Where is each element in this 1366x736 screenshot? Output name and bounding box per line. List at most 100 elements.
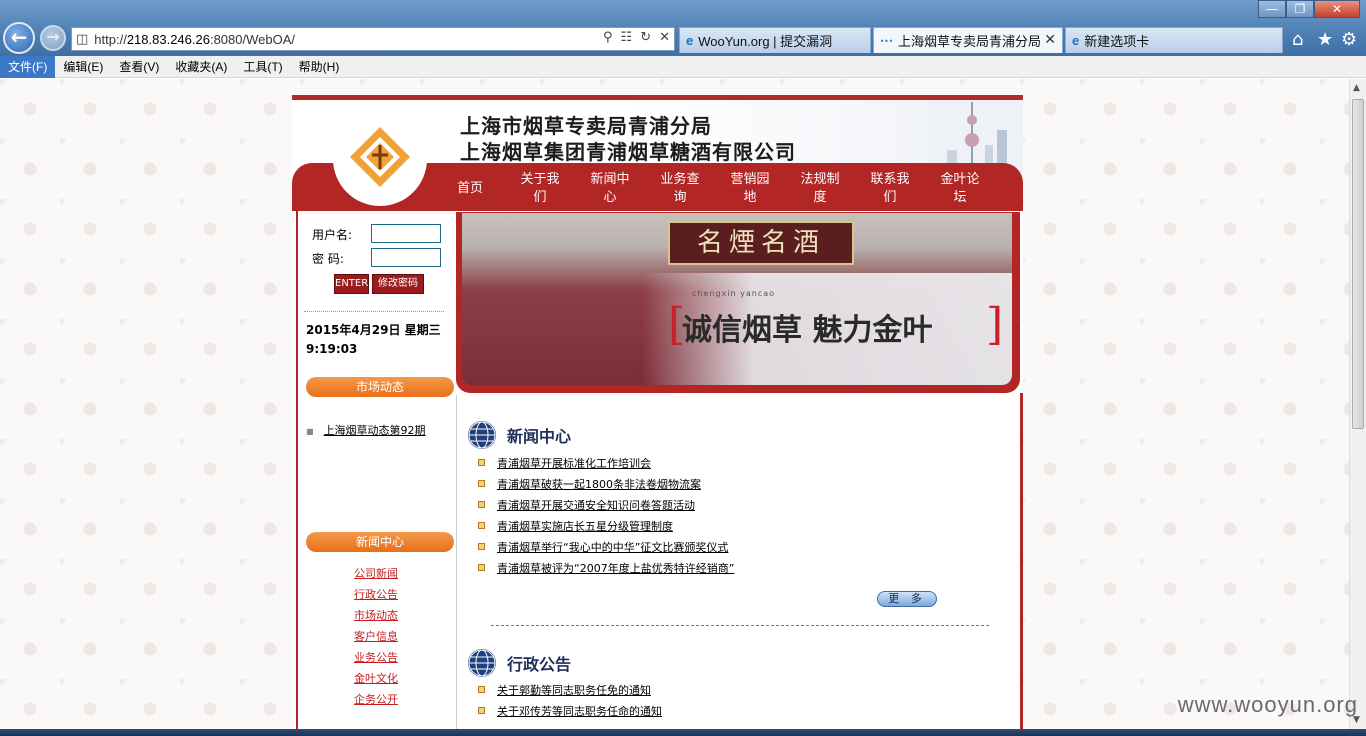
bullet-icon xyxy=(478,459,485,466)
nav-regulations[interactable]: 法规制 度 xyxy=(795,169,845,209)
link-company-news[interactable]: 公司新闻 xyxy=(302,563,450,584)
bullet-icon xyxy=(478,480,485,487)
nav-label: 业务查 询 xyxy=(660,172,700,205)
link-admin-notice[interactable]: 行政公告 xyxy=(302,584,450,605)
news-link[interactable]: 青浦烟草实施店长五星分级管理制度 xyxy=(497,518,673,534)
news-center-links: 公司新闻 行政公告 市场动态 客户信息 业务公告 金叶文化 企务公开 xyxy=(292,563,450,710)
favorites-star-icon[interactable]: ★ xyxy=(1317,29,1333,50)
tab-qingpu-tobacco[interactable]: ⋯ 上海烟草专卖局青浦分局 ✕ xyxy=(873,27,1063,53)
tab-label: 新建选项卡 xyxy=(1084,34,1150,49)
window-controls: — ❐ ✕ xyxy=(1258,0,1360,18)
page-icon: ◫ xyxy=(76,31,89,47)
site-page: 上海市烟草专卖局青浦分局 上海烟草集团青浦烟草糖酒有限公司 首页 关于我 们 新… xyxy=(292,95,1023,729)
menu-tools[interactable]: 工具(T) xyxy=(235,56,290,78)
nav-label: 营销园 地 xyxy=(730,172,770,205)
right-border xyxy=(1020,393,1023,729)
menu-edit[interactable]: 编辑(E) xyxy=(55,56,111,78)
menu-view[interactable]: 查看(V) xyxy=(111,56,167,78)
url-path: :8080/WebOA/ xyxy=(209,31,296,47)
nav-label: 关于我 们 xyxy=(520,172,560,205)
tab-wooyun[interactable]: e WooYun.org | 提交漏洞 xyxy=(679,27,871,53)
change-password-button[interactable]: 修改密码 xyxy=(372,274,424,294)
slogan-bracket-right: ] xyxy=(986,299,1004,350)
password-label: 密 码: xyxy=(312,252,344,266)
menu-help[interactable]: 帮助(H) xyxy=(291,56,348,78)
more-button[interactable]: 更 多 xyxy=(877,591,937,607)
nav-business[interactable]: 业务查 询 xyxy=(655,169,705,209)
vertical-scrollbar[interactable]: ▲ ▼ xyxy=(1349,79,1366,729)
menu-favorites[interactable]: 收藏夹(A) xyxy=(167,56,235,78)
search-icon[interactable]: ⚲ xyxy=(603,30,613,45)
nav-home[interactable]: 首页 xyxy=(445,169,495,209)
notice-link[interactable]: 关于郭勤等同志职务任免的通知 xyxy=(497,682,651,698)
ie-icon: e xyxy=(686,33,694,48)
nav-about[interactable]: 关于我 们 xyxy=(515,169,565,209)
page-viewport: 上海市烟草专卖局青浦分局 上海烟草集团青浦烟草糖酒有限公司 首页 关于我 们 新… xyxy=(0,79,1349,729)
nav-marketing[interactable]: 营销园 地 xyxy=(725,169,775,209)
link-culture[interactable]: 金叶文化 xyxy=(302,668,450,689)
nav-news[interactable]: 新闻中 心 xyxy=(585,169,635,209)
close-window-button[interactable]: ✕ xyxy=(1314,0,1360,18)
watermark: www.wooyun.org xyxy=(1177,692,1358,717)
bullet-icon xyxy=(478,564,485,571)
notice-link[interactable]: 关于邓传芳等同志职务任命的通知 xyxy=(497,703,662,719)
nav-forum[interactable]: 金叶论 坛 xyxy=(935,169,985,209)
maximize-button[interactable]: ❐ xyxy=(1286,0,1314,18)
news-link[interactable]: 青浦烟草举行“我心中的中华”征文比赛颁奖仪式 xyxy=(497,539,728,555)
banner: 名煙名酒 chengxin yancao [ 诚信烟草 魅力金叶 ] xyxy=(456,212,1020,393)
banner-pinyin: chengxin yancao xyxy=(692,289,776,298)
scrollbar-thumb[interactable] xyxy=(1352,99,1364,429)
news-link[interactable]: 青浦烟草开展标准化工作培训会 xyxy=(497,455,651,471)
market-link[interactable]: 上海烟草动态第92期 xyxy=(324,424,426,437)
news-list: 青浦烟草开展标准化工作培训会 青浦烟草破获一起1800条非法卷烟物流案 青浦烟草… xyxy=(478,452,978,578)
site-title-line1: 上海市烟草专卖局青浦分局 xyxy=(460,114,712,138)
list-item: 关于邓传芳等同志职务任命的通知 xyxy=(478,700,978,721)
back-button[interactable]: ← xyxy=(3,22,35,54)
tab-new[interactable]: e 新建选项卡 xyxy=(1065,27,1283,53)
nav-label: 金叶论 坛 xyxy=(940,172,980,205)
stop-icon[interactable]: ✕ xyxy=(659,30,670,45)
menu-file[interactable]: 文件(F) xyxy=(0,55,56,78)
forward-button[interactable]: → xyxy=(40,25,66,51)
minimize-button[interactable]: — xyxy=(1258,0,1286,18)
column-divider xyxy=(456,395,457,729)
address-bar[interactable]: ◫ http://218.83.246.26:8080/WebOA/ ⚲ ☷ ↻… xyxy=(71,27,675,51)
compat-view-icon[interactable]: ☷ xyxy=(621,30,633,45)
time-text: 9:19:03 xyxy=(306,342,358,356)
news-section-title: 新闻中心 xyxy=(507,427,572,446)
list-item: 青浦烟草被评为“2007年度上盐优秀特许经销商” xyxy=(478,557,978,578)
shop-sign: 名煙名酒 xyxy=(668,221,854,265)
scroll-up-icon[interactable]: ▲ xyxy=(1353,83,1360,93)
news-link[interactable]: 青浦烟草被评为“2007年度上盐优秀特许经销商” xyxy=(497,560,734,576)
username-input[interactable] xyxy=(371,224,441,243)
news-section-header: 新闻中心 xyxy=(468,421,571,449)
enter-button[interactable]: ENTER xyxy=(334,274,369,294)
link-market-news[interactable]: 市场动态 xyxy=(302,605,450,626)
bullet-icon xyxy=(478,707,485,714)
bullet-icon xyxy=(478,686,485,693)
list-item: 青浦烟草开展交通安全知识问卷答题活动 xyxy=(478,494,978,515)
password-input[interactable] xyxy=(371,248,441,267)
ie-icon: e xyxy=(1072,33,1080,48)
gear-icon[interactable]: ⚙ xyxy=(1341,29,1357,50)
list-item: 青浦烟草实施店长五星分级管理制度 xyxy=(478,515,978,536)
link-affairs[interactable]: 企务公开 xyxy=(302,689,450,710)
notice-list: 关于郭勤等同志职务任免的通知 关于邓传芳等同志职务任命的通知 xyxy=(478,679,978,721)
browser-chrome: ← → ◫ http://218.83.246.26:8080/WebOA/ ⚲… xyxy=(0,0,1366,56)
news-link[interactable]: 青浦烟草开展交通安全知识问卷答题活动 xyxy=(497,497,695,513)
market-list-item[interactable]: ■ 上海烟草动态第92期 xyxy=(306,422,426,438)
bullet-icon xyxy=(478,543,485,550)
link-business-notice[interactable]: 业务公告 xyxy=(302,647,450,668)
nav-contact[interactable]: 联系我 们 xyxy=(865,169,915,209)
home-icon[interactable]: ⌂ xyxy=(1292,29,1303,50)
market-heading: 市场动态 xyxy=(306,377,454,397)
nav-label: 首页 xyxy=(456,181,483,196)
date-text: 2015年4月29日 星期三 xyxy=(306,323,441,337)
list-item: 青浦烟草开展标准化工作培训会 xyxy=(478,452,978,473)
notice-section-title: 行政公告 xyxy=(507,655,572,674)
news-link[interactable]: 青浦烟草破获一起1800条非法卷烟物流案 xyxy=(497,476,701,492)
main-nav: 首页 关于我 们 新闻中 心 业务查 询 营销园 地 法规制 度 联系我 们 金… xyxy=(445,169,1025,209)
refresh-icon[interactable]: ↻ xyxy=(640,30,651,45)
tab-close-icon[interactable]: ✕ xyxy=(1044,31,1056,48)
link-customer-info[interactable]: 客户信息 xyxy=(302,626,450,647)
